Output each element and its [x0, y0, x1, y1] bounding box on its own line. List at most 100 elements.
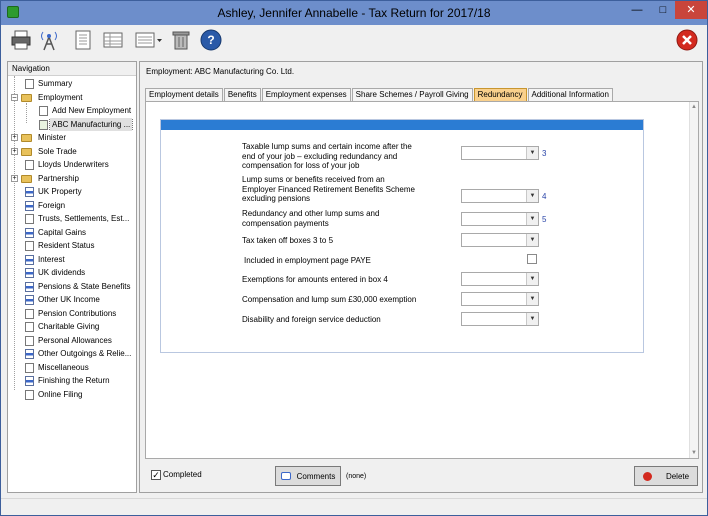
- tab-employment-expenses[interactable]: Employment expenses: [261, 88, 351, 101]
- chevron-down-icon[interactable]: ▼: [526, 147, 538, 159]
- help-button[interactable]: ?: [199, 28, 223, 52]
- broadcast-button[interactable]: [37, 28, 61, 52]
- nav-item-foreign[interactable]: Foreign: [8, 199, 136, 213]
- trash-icon: [172, 31, 190, 50]
- box-number-4: 4: [542, 192, 547, 201]
- window-title: Ashley, Jennifer Annabelle - Tax Return …: [217, 6, 491, 20]
- nav-item-resident-status[interactable]: Resident Status: [8, 239, 136, 253]
- tab-redundancy[interactable]: Redundancy: [473, 88, 527, 101]
- expand-icon[interactable]: +: [11, 134, 18, 141]
- chevron-down-icon[interactable]: ▼: [526, 190, 538, 202]
- navigation-panel: Navigation Summary – Employment Add New …: [7, 61, 137, 493]
- tax-taken-off-dropdown[interactable]: ▼: [461, 233, 539, 247]
- nav-item-trusts[interactable]: Trusts, Settlements, Est...: [8, 212, 136, 226]
- comment-icon: [280, 472, 291, 480]
- table-button[interactable]: [101, 28, 125, 52]
- navigation-tree: Summary – Employment Add New Employment …: [8, 76, 136, 401]
- exemptions-box-4-dropdown[interactable]: ▼: [461, 272, 539, 286]
- nav-item-finishing-the-return[interactable]: Finishing the Return: [8, 374, 136, 388]
- redundancy-form: Taxable lump sums and certain income aft…: [160, 119, 644, 353]
- window-close-button[interactable]: ✕: [675, 1, 707, 19]
- vertical-scrollbar[interactable]: ▲ ▼: [689, 102, 698, 458]
- nav-item-add-new-employment[interactable]: Add New Employment: [8, 104, 136, 118]
- document-icon: [25, 241, 34, 251]
- collapse-icon[interactable]: –: [11, 93, 18, 101]
- tab-employment-details[interactable]: Employment details: [145, 88, 223, 101]
- print-button[interactable]: [9, 28, 33, 52]
- completed-label: Completed: [163, 470, 202, 479]
- minimize-button[interactable]: —: [625, 1, 649, 19]
- expand-icon[interactable]: +: [11, 174, 18, 182]
- help-icon: ?: [200, 29, 222, 51]
- scroll-down-icon[interactable]: ▼: [691, 450, 697, 456]
- nav-item-abc-manufacturing[interactable]: ABC Manufacturing ...: [8, 117, 136, 131]
- document-icon: [25, 268, 34, 278]
- document-icon: [25, 335, 34, 346]
- nav-item-lloyds-underwriters[interactable]: Lloyds Underwriters: [8, 158, 136, 172]
- nav-item-uk-property[interactable]: UK Property: [8, 185, 136, 199]
- chevron-down-icon[interactable]: ▼: [526, 234, 538, 246]
- nav-item-minister[interactable]: + Minister: [8, 131, 136, 145]
- document-button[interactable]: [71, 28, 95, 52]
- disability-deduction-dropdown[interactable]: ▼: [461, 312, 539, 326]
- nav-item-charitable-giving[interactable]: Charitable Giving: [8, 320, 136, 334]
- scroll-up-icon[interactable]: ▲: [691, 104, 697, 110]
- nav-item-summary[interactable]: Summary: [8, 77, 136, 91]
- tab-share-schemes[interactable]: Share Schemes / Payroll Giving: [351, 88, 473, 101]
- maximize-button[interactable]: □: [651, 1, 675, 19]
- toolbar: ?: [1, 25, 707, 55]
- question-compensation-exemption: Compensation and lump sum £30,000 exempt…: [242, 295, 417, 304]
- printer-icon: [11, 30, 31, 50]
- question-exemptions-box-4: Exemptions for amounts entered in box 4: [242, 275, 388, 284]
- tab-additional-information[interactable]: Additional Information: [527, 88, 613, 101]
- document-icon: [25, 349, 34, 359]
- nav-item-other-uk-income[interactable]: Other UK Income: [8, 293, 136, 307]
- redundancy-payments-dropdown[interactable]: ▼: [461, 212, 539, 226]
- document-icon: [25, 160, 34, 170]
- nav-item-miscellaneous[interactable]: Miscellaneous: [8, 361, 136, 375]
- nav-item-pension-contributions[interactable]: Pension Contributions: [8, 307, 136, 321]
- chevron-down-icon[interactable]: ▼: [526, 313, 538, 325]
- efrbs-lump-sums-dropdown[interactable]: ▼: [461, 189, 539, 203]
- document-icon: [25, 254, 34, 265]
- menu-icon: [135, 32, 162, 48]
- tab-benefits[interactable]: Benefits: [223, 88, 261, 101]
- taxable-lump-sums-dropdown[interactable]: ▼: [461, 146, 539, 160]
- question-included-paye: Included in employment page PAYE: [244, 256, 371, 265]
- expand-icon[interactable]: +: [11, 147, 18, 155]
- document-icon: [25, 214, 34, 224]
- nav-item-interest[interactable]: Interest: [8, 253, 136, 267]
- nav-item-uk-dividends[interactable]: UK dividends: [8, 266, 136, 280]
- chevron-down-icon[interactable]: ▼: [526, 273, 538, 285]
- title-bar: Ashley, Jennifer Annabelle - Tax Return …: [1, 1, 707, 25]
- document-icon: [25, 376, 34, 386]
- table-icon: [103, 32, 123, 48]
- folder-icon: [21, 174, 32, 183]
- comments-button[interactable]: Comments: [275, 466, 341, 486]
- chevron-down-icon[interactable]: ▼: [526, 293, 538, 305]
- close-icon: [676, 29, 698, 51]
- nav-item-partnership[interactable]: + Partnership: [8, 172, 136, 186]
- nav-item-pensions-state-benefits[interactable]: Pensions & State Benefits: [8, 280, 136, 294]
- menu-dropdown-button[interactable]: [133, 28, 165, 52]
- document-icon: [25, 389, 34, 400]
- nav-item-employment[interactable]: – Employment: [8, 91, 136, 105]
- completed-checkbox[interactable]: ✓: [151, 470, 161, 480]
- delete-icon: [642, 471, 652, 481]
- chevron-down-icon[interactable]: ▼: [526, 213, 538, 225]
- navigation-header: Navigation: [8, 62, 136, 76]
- delete-return-button[interactable]: [169, 28, 193, 52]
- nav-item-personal-allowances[interactable]: Personal Allowances: [8, 334, 136, 348]
- document-icon: [25, 281, 34, 292]
- compensation-exemption-dropdown[interactable]: ▼: [461, 292, 539, 306]
- status-bar: [1, 498, 707, 515]
- nav-item-other-outgoings[interactable]: Other Outgoings & Relie...: [8, 347, 136, 361]
- nav-item-sole-trade[interactable]: + Sole Trade: [8, 145, 136, 159]
- nav-item-capital-gains[interactable]: Capital Gains: [8, 226, 136, 240]
- included-paye-checkbox[interactable]: [527, 254, 537, 264]
- edit-document-icon: [39, 119, 48, 130]
- document-icon: [25, 362, 34, 373]
- delete-button[interactable]: Delete: [634, 466, 698, 486]
- nav-item-online-filing[interactable]: Online Filing: [8, 388, 136, 402]
- close-return-button[interactable]: [675, 28, 699, 52]
